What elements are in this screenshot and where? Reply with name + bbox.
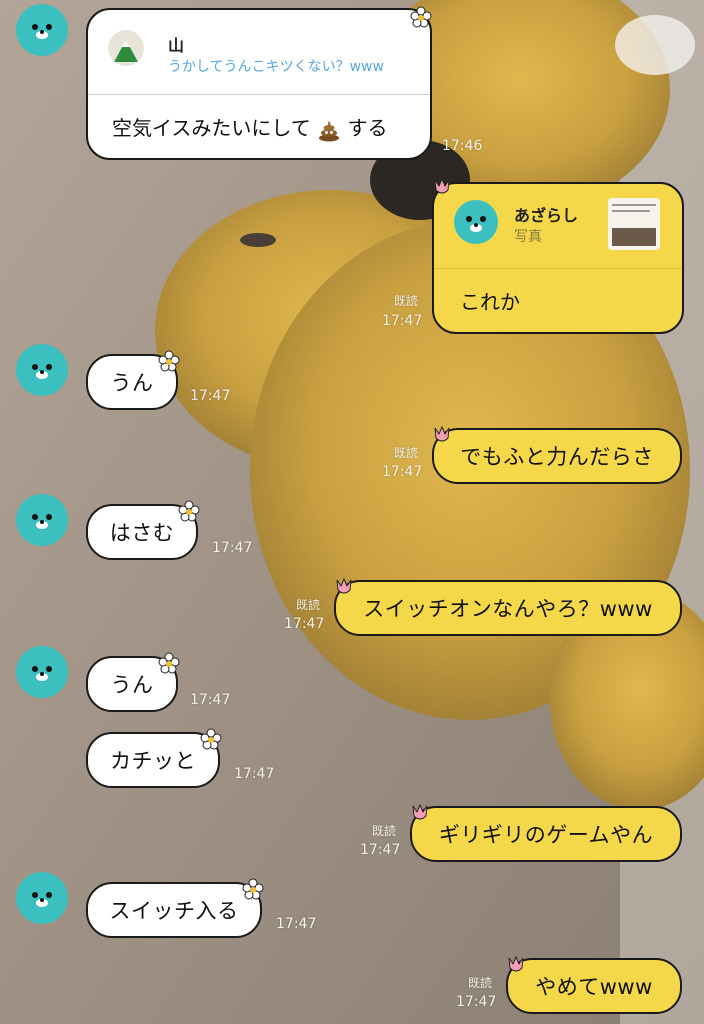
read-receipt: 既読 bbox=[394, 446, 419, 460]
seal-face-icon[interactable] bbox=[16, 872, 68, 924]
message-time: 17:47 bbox=[382, 464, 423, 480]
tulip-sticker-icon bbox=[508, 955, 524, 972]
message-bubble-outgoing[interactable]: ギリギリのゲームやん bbox=[410, 806, 682, 862]
message-time: 17:47 bbox=[276, 916, 317, 932]
flower-sticker-icon bbox=[158, 350, 180, 372]
mountain-icon bbox=[108, 30, 144, 66]
chat-thread: 山 うかしてうんこキツくない？www 空気イスみたいにして する 17:46 あ… bbox=[0, 0, 704, 1024]
tulip-sticker-icon bbox=[434, 177, 450, 194]
message-time: 17:46 bbox=[442, 138, 483, 154]
message-bubble-outgoing[interactable]: スイッチオンなんやろ？www bbox=[334, 580, 682, 636]
message-bubble-outgoing[interactable]: でもふと力んだらさ bbox=[432, 428, 682, 484]
flower-sticker-icon bbox=[178, 500, 200, 522]
flower-sticker-icon bbox=[158, 652, 180, 674]
seal-face-icon[interactable] bbox=[16, 344, 68, 396]
message-time: 17:47 bbox=[212, 540, 253, 556]
seal-face-icon[interactable] bbox=[16, 646, 68, 698]
message-bubble-outgoing[interactable]: あざらし 写真 これか bbox=[432, 182, 684, 334]
message-text: これか bbox=[460, 290, 520, 314]
photo-thumbnail[interactable] bbox=[608, 198, 660, 250]
flower-sticker-icon bbox=[200, 728, 222, 750]
tulip-sticker-icon bbox=[412, 803, 428, 820]
tulip-sticker-icon bbox=[434, 425, 450, 442]
flower-sticker-icon bbox=[410, 6, 432, 28]
message-bubble-incoming[interactable]: スイッチ入る bbox=[86, 882, 262, 938]
quoted-message-text[interactable]: うかしてうんこキツくない？www bbox=[168, 56, 384, 76]
read-receipt: 既読 bbox=[296, 598, 321, 612]
message-time: 17:47 bbox=[234, 766, 275, 782]
message-time: 17:47 bbox=[456, 994, 497, 1010]
quoted-message-type: 写真 bbox=[514, 229, 542, 245]
seal-face-icon[interactable] bbox=[16, 4, 68, 56]
message-time: 17:47 bbox=[360, 842, 401, 858]
flower-sticker-icon bbox=[242, 878, 264, 900]
read-receipt: 既読 bbox=[468, 976, 493, 990]
message-bubble-incoming[interactable]: 山 うかしてうんこキツくない？www 空気イスみたいにして する bbox=[86, 8, 432, 160]
seal-face-icon[interactable] bbox=[16, 494, 68, 546]
quote-sender-name: 山 bbox=[168, 36, 185, 55]
poop-emoji-icon bbox=[317, 118, 341, 142]
read-receipt: 既読 bbox=[394, 294, 419, 308]
read-receipt: 既読 bbox=[372, 824, 397, 838]
message-time: 17:47 bbox=[190, 388, 231, 404]
seal-face-icon bbox=[454, 200, 498, 244]
message-bubble-outgoing[interactable]: やめてwww bbox=[506, 958, 682, 1014]
tulip-sticker-icon bbox=[336, 577, 352, 594]
message-text: 空気イスみたいにして する bbox=[112, 116, 388, 142]
quote-sender-name: あざらし bbox=[514, 206, 579, 225]
message-time: 17:47 bbox=[382, 313, 423, 329]
message-time: 17:47 bbox=[190, 692, 231, 708]
message-time: 17:47 bbox=[284, 616, 325, 632]
